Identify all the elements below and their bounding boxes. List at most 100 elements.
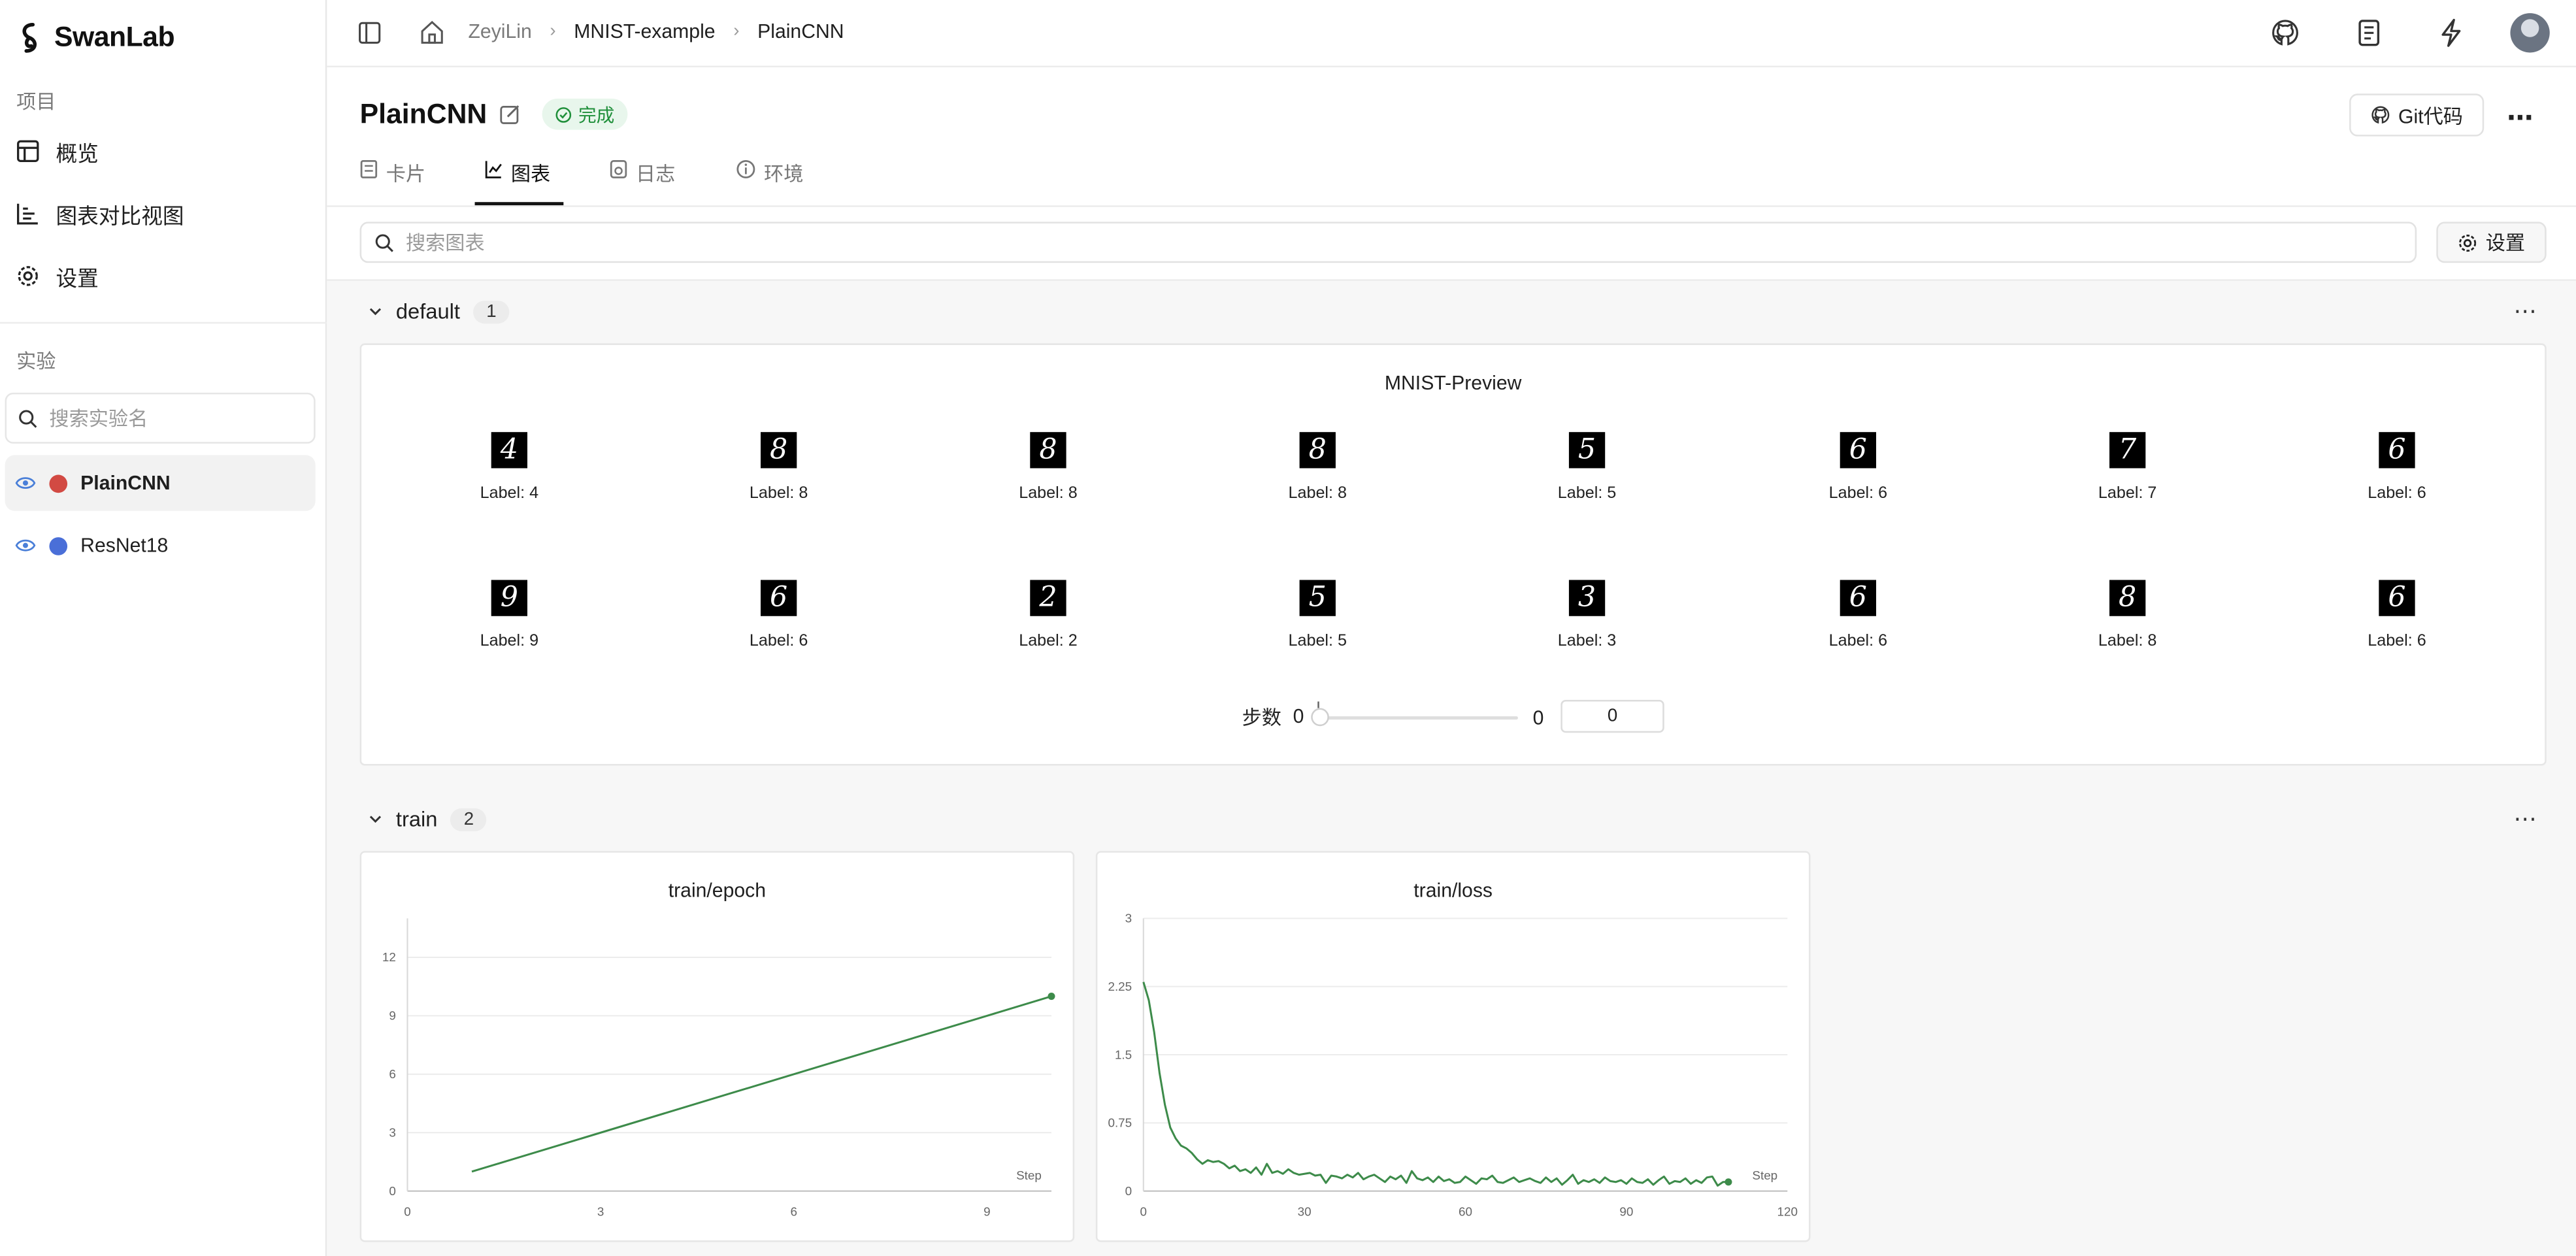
- breadcrumb-project[interactable]: MNIST-example: [574, 20, 715, 42]
- tab-label: 环境: [764, 162, 804, 186]
- mnist-image[interactable]: 5: [1568, 432, 1606, 469]
- group-name: train: [395, 806, 438, 832]
- breadcrumb-user[interactable]: ZeyiLin: [468, 20, 531, 42]
- mnist-image[interactable]: 6: [1840, 432, 1877, 469]
- tab-logs[interactable]: 日志: [610, 159, 679, 205]
- series-line: [471, 995, 1052, 1173]
- x-tick-label: 9: [983, 1204, 990, 1218]
- mnist-image[interactable]: 4: [491, 432, 528, 469]
- eye-icon[interactable]: [15, 537, 37, 554]
- sidebar-item-chart-compare[interactable]: 图表对比视图: [13, 189, 316, 238]
- tab-label: 卡片: [386, 162, 426, 186]
- mnist-image[interactable]: 7: [2109, 432, 2146, 469]
- mnist-image[interactable]: 8: [760, 432, 797, 469]
- mnist-image[interactable]: 8: [2109, 580, 2146, 616]
- experiment-search-input[interactable]: 搜索实验名: [5, 392, 316, 444]
- document-icon[interactable]: [2354, 18, 2384, 48]
- x-tick-label: 0: [404, 1204, 410, 1218]
- x-tick-label: 60: [1459, 1204, 1472, 1218]
- step-slider-handle[interactable]: [1311, 708, 1329, 727]
- image-label: Label: 6: [749, 632, 808, 651]
- line-chart-train-epoch: 0 3 6 9 12 0 3 6 9 Step: [382, 918, 1055, 1218]
- app-name: SwanLab: [54, 21, 175, 53]
- mnist-image[interactable]: 8: [1299, 432, 1336, 469]
- x-axis-label: Step: [1752, 1168, 1777, 1182]
- group-more-icon[interactable]: ⋯: [2513, 297, 2538, 325]
- experiment-search-placeholder: 搜索实验名: [49, 407, 148, 431]
- eye-icon[interactable]: [15, 475, 37, 491]
- gear-icon: [18, 266, 38, 286]
- x-tick-label: 0: [1140, 1204, 1147, 1218]
- github-icon[interactable]: [2270, 18, 2300, 48]
- sidebar-item-settings[interactable]: 设置: [13, 252, 316, 301]
- sidebar: SwanLab 项目 概览 图表对比视图 设置 实验 搜索实验名 PlainCN…: [0, 0, 327, 1256]
- x-axis-label: Step: [1016, 1168, 1042, 1182]
- chart-card-train-loss[interactable]: train/loss 0 0.75 1.5 2.25 3 0 30 60 90 120 Step: [1095, 851, 1811, 1242]
- experiment-item-resnet18[interactable]: ResNet18: [5, 518, 316, 573]
- breadcrumb: ZeyiLin › MNIST-example › PlainCNN: [468, 20, 844, 42]
- card-title: MNIST-Preview: [1384, 371, 1522, 395]
- edit-icon[interactable]: [499, 103, 521, 125]
- mnist-image[interactable]: 8: [1030, 432, 1066, 469]
- experiment-item-plaincnn[interactable]: PlainCNN: [5, 455, 316, 511]
- experiment-color-dot[interactable]: [49, 474, 68, 492]
- sidebar-toggle-icon[interactable]: [358, 22, 381, 44]
- media-card-mnist-preview: MNIST-Preview: [359, 343, 2547, 766]
- mnist-image[interactable]: 6: [2379, 580, 2415, 616]
- github-icon: [2371, 106, 2389, 124]
- chevron-down-icon: [369, 308, 382, 316]
- chart-search-input[interactable]: 搜索图表: [359, 222, 2417, 263]
- app-logo[interactable]: SwanLab: [16, 20, 175, 56]
- y-tick-label: 0.75: [1108, 1116, 1132, 1130]
- step-input[interactable]: 0: [1560, 699, 1664, 733]
- sidebar-item-overview[interactable]: 概览: [13, 127, 316, 176]
- more-options-icon[interactable]: ⋯: [2507, 102, 2535, 135]
- group-header-train[interactable]: train 2: [368, 806, 487, 831]
- y-tick-label: 9: [389, 1009, 395, 1023]
- sidebar-item-label: 概览: [56, 140, 99, 165]
- mnist-image[interactable]: 9: [491, 580, 528, 616]
- git-code-button[interactable]: Git代码: [2349, 93, 2485, 137]
- avatar[interactable]: [2510, 13, 2550, 53]
- tab-label: 日志: [635, 162, 676, 186]
- image-label: Label: 6: [1828, 484, 1888, 503]
- y-tick-label: 3: [389, 1126, 395, 1140]
- lightning-icon[interactable]: [2436, 18, 2466, 48]
- group-count: 1: [473, 299, 510, 323]
- y-tick-label: 3: [1125, 912, 1132, 925]
- breadcrumb-experiment[interactable]: PlainCNN: [757, 20, 844, 42]
- chart-settings-button[interactable]: 设置: [2436, 222, 2547, 263]
- image-label: Label: 6: [1828, 632, 1888, 651]
- group-name: default: [395, 299, 461, 324]
- group-count: 2: [450, 807, 487, 831]
- chevron-down-icon: [369, 816, 382, 823]
- x-tick-label: 6: [791, 1204, 797, 1218]
- page-title: PlainCNN: [359, 98, 487, 130]
- tab-cards[interactable]: 卡片: [360, 159, 429, 205]
- step-max: 0: [1532, 706, 1544, 730]
- tab-environment[interactable]: 环境: [736, 159, 805, 205]
- group-more-icon[interactable]: ⋯: [2513, 805, 2538, 833]
- x-tick-label: 120: [1777, 1204, 1798, 1218]
- project-section-label: 项目: [16, 90, 56, 114]
- top-bar: ZeyiLin › MNIST-example › PlainCNN: [327, 0, 2576, 68]
- mnist-image[interactable]: 6: [760, 580, 797, 616]
- sidebar-divider: [0, 322, 327, 324]
- chevron-right-icon: ›: [733, 21, 740, 41]
- chart-card-train-epoch[interactable]: train/epoch 0 3 6 9 12 0 3 6 9 Step: [359, 851, 1075, 1242]
- mnist-image[interactable]: 6: [1840, 580, 1877, 616]
- tab-charts[interactable]: 图表: [474, 159, 564, 206]
- y-tick-label: 12: [382, 950, 396, 964]
- image-label: Label: 6: [2368, 632, 2426, 651]
- experiment-name: ResNet18: [80, 534, 169, 557]
- status-text: 完成: [578, 106, 615, 126]
- group-header-default[interactable]: default 1: [368, 299, 510, 324]
- mnist-image[interactable]: 2: [1030, 580, 1066, 616]
- mnist-image[interactable]: 3: [1568, 580, 1606, 616]
- step-slider[interactable]: [1319, 716, 1518, 720]
- experiment-color-dot[interactable]: [49, 536, 68, 555]
- mnist-image[interactable]: 5: [1299, 580, 1336, 616]
- home-icon[interactable]: [419, 20, 445, 44]
- last-data-point: [1048, 993, 1055, 1000]
- mnist-image[interactable]: 6: [2379, 432, 2415, 469]
